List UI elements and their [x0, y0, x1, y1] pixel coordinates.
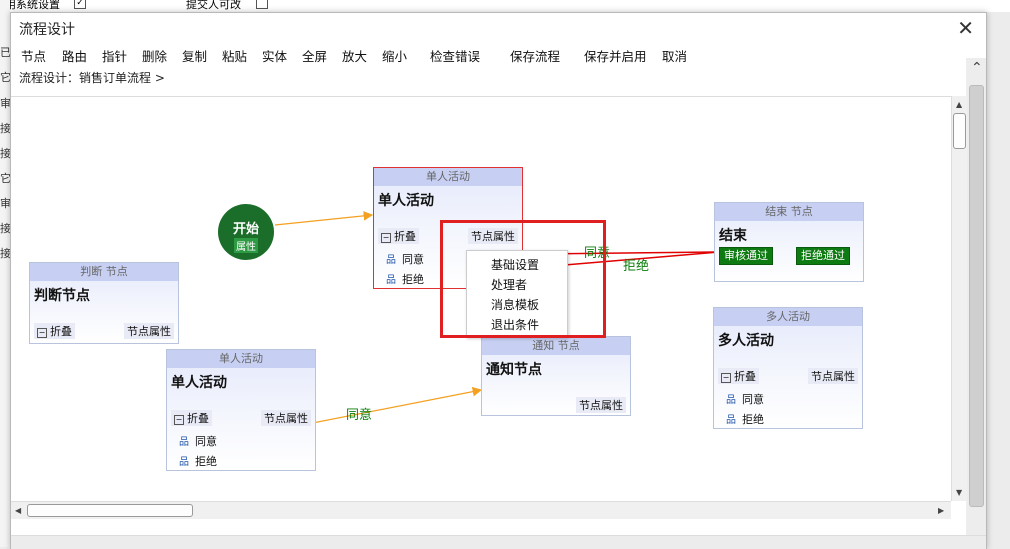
node-name: 判断节点: [34, 288, 90, 304]
toolbar-fullscreen-button[interactable]: 全屏: [302, 46, 327, 65]
canvas-vertical-scrollbar[interactable]: ▲ ▼: [951, 96, 967, 501]
toolbar-copy-button[interactable]: 复制: [182, 46, 207, 65]
edge-label-agree-lower: 同意: [346, 408, 373, 423]
reject-label: 拒绝: [742, 413, 764, 426]
toolbar-entity-button[interactable]: 实体: [262, 46, 287, 65]
edge-start-to-activity[interactable]: [274, 211, 374, 226]
scroll-down-icon[interactable]: ▼: [956, 488, 962, 497]
node-type: 结束 节点: [715, 203, 863, 221]
close-icon[interactable]: ✕: [957, 16, 974, 40]
background-sidebar: 已 它 审 接 接 它 审 接 接: [0, 0, 11, 547]
edge-label-reject: 拒绝: [623, 259, 650, 274]
toolbar-delete-button[interactable]: 删除: [142, 46, 167, 65]
fold-label: 折叠: [50, 325, 72, 338]
dialog-title: 流程设计: [19, 22, 75, 38]
branch-icon: 品: [386, 255, 396, 266]
fold-label: 折叠: [187, 412, 209, 425]
scroll-right-icon[interactable]: ▶: [938, 506, 944, 515]
node-props-button[interactable]: 节点属性: [808, 368, 858, 384]
decision-node[interactable]: 判断 节点 判断节点 − 折叠 节点属性: [29, 262, 179, 344]
outer-scrollbar[interactable]: ⌃ ⌄: [966, 58, 986, 548]
node-type: 通知 节点: [482, 337, 630, 355]
toolbar-save-enable-button[interactable]: 保存并启用: [584, 46, 647, 65]
start-node[interactable]: 开始 属性: [218, 204, 274, 260]
toolbar-zoom-out-button[interactable]: 缩小: [382, 46, 407, 65]
fold-button[interactable]: − 折叠: [34, 323, 75, 339]
toolbar-cancel-button[interactable]: 取消: [662, 46, 687, 65]
toolbar-pointer-button[interactable]: 指针: [102, 46, 127, 65]
node-type: 单人活动: [167, 350, 315, 368]
fold-button[interactable]: − 折叠: [378, 228, 419, 244]
background-label-submitter: 提交人可改: [186, 0, 241, 11]
flow-design-dialog: 流程设计 ✕ 节点 路由 指针 删除 复制 粘贴 实体 全屏 放大 缩小 检查错…: [10, 12, 987, 549]
toolbar-paste-button[interactable]: 粘贴: [222, 46, 247, 65]
approve-pass-button[interactable]: 审核通过: [719, 247, 773, 265]
vertical-scroll-thumb[interactable]: [953, 113, 966, 149]
branch-icon: 品: [179, 457, 189, 468]
node-name: 单人活动: [171, 375, 227, 391]
node-name: 多人活动: [718, 333, 774, 349]
toolbar: 节点 路由 指针 删除 复制 粘贴 实体 全屏 放大 缩小 检查错误 保存流程 …: [11, 43, 986, 65]
fold-button[interactable]: − 折叠: [171, 410, 212, 426]
end-node[interactable]: 结束 节点 结束 审核通过 拒绝通过: [714, 202, 864, 282]
agree-item[interactable]: 品同意: [386, 251, 424, 267]
node-props-button[interactable]: 节点属性: [261, 410, 311, 426]
agree-label: 同意: [742, 393, 764, 406]
agree-item[interactable]: 品同意: [726, 391, 764, 407]
scroll-up-icon[interactable]: ▲: [956, 100, 962, 109]
branch-icon: 品: [386, 275, 396, 286]
branch-icon: 品: [726, 395, 736, 406]
scroll-up-icon[interactable]: ⌃: [971, 60, 983, 76]
submitter-checkbox[interactable]: [256, 0, 268, 9]
multi-activity-node[interactable]: 多人活动 多人活动 − 折叠 节点属性 品同意 品拒绝: [713, 307, 863, 429]
canvas-horizontal-scrollbar[interactable]: ◀ ▶: [11, 501, 951, 519]
node-type: 多人活动: [714, 308, 862, 326]
toolbar-check-errors-button[interactable]: 检查错误: [430, 46, 480, 65]
fold-button[interactable]: − 折叠: [718, 368, 759, 384]
fold-label: 折叠: [394, 230, 416, 243]
breadcrumb: 流程设计：销售订单流程 >: [19, 71, 165, 85]
horizontal-scroll-thumb[interactable]: [27, 504, 193, 517]
toolbar-save-flow-button[interactable]: 保存流程: [510, 46, 560, 65]
branch-icon: 品: [179, 437, 189, 448]
reject-item[interactable]: 品拒绝: [386, 271, 424, 287]
reject-item[interactable]: 品拒绝: [179, 453, 217, 469]
toolbar-route-button[interactable]: 路由: [62, 46, 87, 65]
agree-label: 同意: [195, 435, 217, 448]
node-name: 通知节点: [486, 362, 542, 378]
background-header: 采用系统设置 ✓ 提交人可改: [0, 0, 1010, 12]
node-props-button[interactable]: 节点属性: [576, 397, 626, 413]
toolbar-node-button[interactable]: 节点: [21, 46, 46, 65]
node-type: 判断 节点: [30, 263, 178, 281]
node-name: 结束: [719, 228, 747, 244]
agree-item[interactable]: 品同意: [179, 433, 217, 449]
fold-label: 折叠: [734, 370, 756, 383]
start-label: 开始: [232, 222, 259, 237]
toolbar-zoom-in-button[interactable]: 放大: [342, 46, 367, 65]
agree-label: 同意: [402, 253, 424, 266]
reject-label: 拒绝: [402, 273, 424, 286]
scroll-left-icon[interactable]: ◀: [15, 506, 21, 515]
reject-label: 拒绝: [195, 455, 217, 468]
notify-node[interactable]: 通知 节点 通知节点 节点属性: [481, 336, 631, 416]
reject-pass-button[interactable]: 拒绝通过: [796, 247, 850, 265]
activity-node[interactable]: 单人活动 单人活动 − 折叠 节点属性 品同意 品拒绝: [166, 349, 316, 471]
system-setting-checkbox[interactable]: ✓: [74, 0, 86, 9]
reject-item[interactable]: 品拒绝: [726, 411, 764, 427]
highlight-box: [440, 220, 606, 338]
flow-canvas[interactable]: 开始 属性 单人活动 单人活动 − 折叠 节点属性 品同意 品拒绝 判断 节点 判…: [11, 96, 966, 502]
node-name: 单人活动: [378, 193, 434, 209]
outer-scroll-thumb[interactable]: [969, 85, 984, 507]
start-attr-button[interactable]: 属性: [234, 238, 258, 253]
node-type: 单人活动: [374, 168, 522, 186]
branch-icon: 品: [726, 415, 736, 426]
node-props-button[interactable]: 节点属性: [124, 323, 174, 339]
